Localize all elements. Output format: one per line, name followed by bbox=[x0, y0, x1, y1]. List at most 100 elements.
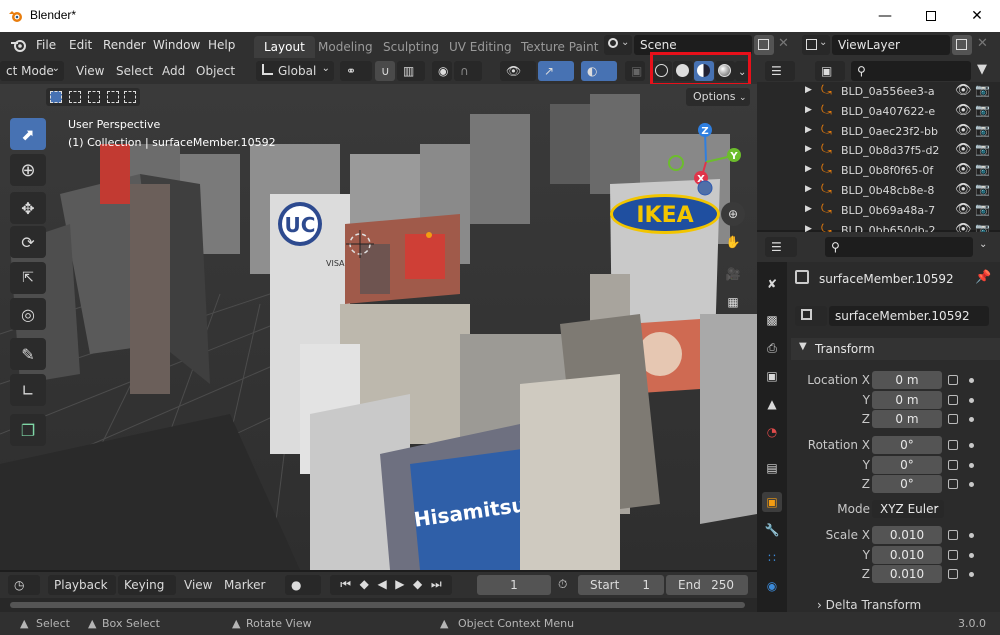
keyframe-dot-icon[interactable] bbox=[969, 552, 974, 558]
select-box-tool[interactable]: ⬈ bbox=[10, 118, 46, 150]
filter-view-dropdown[interactable]: ▣ bbox=[815, 61, 845, 81]
pan-button[interactable]: ✋ bbox=[721, 230, 745, 254]
camera-icon[interactable]: 📷 bbox=[975, 162, 990, 176]
next-keyframe-icon[interactable]: ◆ bbox=[413, 577, 422, 595]
zoom-button[interactable]: ⊕ bbox=[721, 202, 745, 226]
expand-arrow-icon[interactable]: ▶ bbox=[805, 105, 812, 115]
tab-layout[interactable]: Layout bbox=[254, 36, 315, 58]
select-new-icon[interactable] bbox=[50, 91, 62, 103]
tab-texture-paint[interactable]: Texture Paint bbox=[511, 36, 608, 58]
select-extend-icon[interactable] bbox=[69, 91, 81, 103]
chevron-down-icon[interactable]: ⌄ bbox=[979, 239, 987, 250]
lock-icon[interactable] bbox=[948, 549, 958, 560]
select-intersect-icon[interactable] bbox=[124, 91, 136, 103]
keyframe-dot-icon[interactable] bbox=[969, 482, 974, 487]
menu-file[interactable]: File bbox=[36, 38, 56, 52]
display-mode-dropdown[interactable]: ☰ bbox=[765, 61, 795, 81]
lock-icon[interactable] bbox=[948, 414, 958, 424]
lock-icon[interactable] bbox=[948, 459, 958, 470]
rotation-field[interactable]: 0° bbox=[872, 436, 942, 454]
tab-modeling[interactable]: Modeling bbox=[308, 36, 383, 58]
pin-icon[interactable]: 📌 bbox=[975, 270, 991, 285]
menu-select[interactable]: Select bbox=[116, 64, 153, 78]
camera-icon[interactable]: 📷 bbox=[975, 142, 990, 156]
camera-icon[interactable]: 📷 bbox=[975, 182, 990, 196]
options-dropdown[interactable]: Options ⌄ bbox=[686, 88, 750, 106]
select-invert-icon[interactable] bbox=[107, 91, 119, 103]
play-reverse-icon[interactable]: ◀ bbox=[377, 577, 386, 595]
transform-tool[interactable]: ◎ bbox=[10, 298, 46, 330]
timeline-menu-view[interactable]: View bbox=[184, 578, 212, 592]
stopwatch-icon[interactable]: ⏱ bbox=[558, 577, 567, 592]
transform-panel-header[interactable]: ▼ Transform bbox=[791, 338, 1000, 360]
start-frame-field[interactable]: Start 1 bbox=[578, 575, 664, 595]
keyframe-dot-icon[interactable] bbox=[969, 462, 974, 468]
keyframe-dot-icon[interactable] bbox=[969, 533, 974, 538]
tab-output[interactable]: ⎙ bbox=[762, 338, 782, 358]
current-frame-field[interactable]: 1 bbox=[477, 575, 551, 595]
keyframe-dot-icon[interactable] bbox=[969, 572, 974, 577]
perspective-toggle-button[interactable]: ▦ bbox=[721, 290, 745, 314]
outliner-item[interactable]: ▶ ⤿ BLD_0b8d37f5-d2 👁 📷 bbox=[757, 141, 1000, 161]
eye-icon[interactable]: 👁 bbox=[955, 202, 972, 217]
keyframe-dot-icon[interactable] bbox=[969, 397, 974, 403]
rotation-field[interactable]: 0° bbox=[872, 455, 942, 474]
eye-icon[interactable]: 👁 bbox=[955, 83, 972, 98]
cursor-tool[interactable]: ⊕ bbox=[10, 154, 46, 186]
eye-icon[interactable]: 👁 bbox=[955, 103, 972, 118]
menu-add[interactable]: Add bbox=[162, 64, 185, 78]
snap-target-dropdown[interactable]: ▥ bbox=[397, 61, 425, 81]
new-viewlayer-button[interactable] bbox=[952, 35, 972, 55]
lock-icon[interactable] bbox=[948, 394, 958, 405]
annotate-tool[interactable]: ✎ bbox=[10, 338, 46, 370]
blender-menu-icon[interactable] bbox=[10, 37, 28, 53]
keyframe-dot-icon[interactable] bbox=[969, 443, 974, 448]
rotation-field[interactable]: 0° bbox=[872, 475, 942, 493]
select-subtract-icon[interactable] bbox=[88, 91, 100, 103]
menu-object[interactable]: Object bbox=[196, 64, 235, 78]
expand-arrow-icon[interactable]: ▶ bbox=[805, 204, 812, 214]
snap-toggle[interactable]: ∪ bbox=[375, 61, 395, 81]
tab-render[interactable]: ▩ bbox=[762, 310, 782, 330]
move-tool[interactable]: ✥ bbox=[10, 192, 46, 224]
camera-icon[interactable]: 📷 bbox=[975, 103, 990, 117]
location-field[interactable]: 0 m bbox=[872, 390, 942, 409]
jump-start-icon[interactable]: ⏮ bbox=[340, 577, 351, 595]
delete-viewlayer-icon[interactable]: ✕ bbox=[977, 36, 988, 51]
falloff-dropdown[interactable]: ∩ bbox=[454, 61, 482, 81]
keyframe-dot-icon[interactable] bbox=[969, 378, 974, 383]
timeline-menu-marker[interactable]: Marker bbox=[224, 578, 265, 592]
object-name-field[interactable]: surfaceMember.10592 bbox=[829, 306, 989, 326]
outliner-item[interactable]: ▶ ⤿ BLD_0aec23f2-bb 👁 📷 bbox=[757, 122, 1000, 142]
editor-type-dropdown[interactable]: ☰ bbox=[765, 237, 797, 257]
autokey-toggle[interactable]: ● bbox=[285, 575, 321, 595]
menu-help[interactable]: Help bbox=[208, 38, 235, 52]
properties-search-input[interactable]: ⚲ bbox=[825, 237, 973, 257]
scale-field[interactable]: 0.010 bbox=[872, 565, 942, 583]
close-button[interactable]: ✕ bbox=[954, 0, 1000, 32]
jump-end-icon[interactable]: ⏭ bbox=[431, 577, 442, 595]
lock-icon[interactable] bbox=[948, 530, 958, 540]
navigation-gizmo[interactable]: Z Y X bbox=[668, 120, 748, 210]
filter-icon[interactable]: ▼ bbox=[977, 62, 987, 77]
lock-icon[interactable] bbox=[948, 479, 958, 489]
lock-icon[interactable] bbox=[948, 569, 958, 579]
menu-edit[interactable]: Edit bbox=[69, 38, 92, 52]
keying-dropdown[interactable]: Keying ⌄ bbox=[118, 575, 176, 606]
timeline-body[interactable] bbox=[0, 598, 757, 612]
scale-tool[interactable]: ⇱ bbox=[10, 262, 46, 294]
expand-arrow-icon[interactable]: ▶ bbox=[805, 164, 812, 174]
outliner-item[interactable]: ▶ ⤿ BLD_0a407622-e 👁 📷 bbox=[757, 102, 1000, 122]
lock-icon[interactable] bbox=[948, 375, 958, 385]
location-field[interactable]: 0 m bbox=[872, 371, 942, 389]
lock-icon[interactable] bbox=[948, 440, 958, 450]
minimize-button[interactable]: — bbox=[862, 0, 908, 32]
new-scene-button[interactable] bbox=[754, 35, 774, 55]
eye-icon[interactable]: 👁 bbox=[955, 162, 972, 177]
delete-scene-icon[interactable]: ✕ bbox=[778, 36, 789, 51]
delta-transform-header[interactable]: › Delta Transform bbox=[817, 598, 921, 612]
rotate-tool[interactable]: ⟳ bbox=[10, 226, 46, 258]
maximize-button[interactable] bbox=[908, 0, 954, 32]
end-frame-field[interactable]: End 250 bbox=[666, 575, 748, 595]
viewlayer-selector-button[interactable]: ⌄ bbox=[802, 35, 830, 55]
